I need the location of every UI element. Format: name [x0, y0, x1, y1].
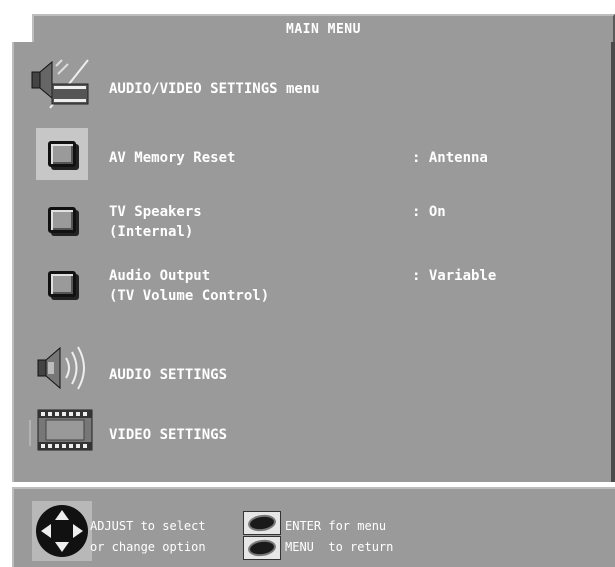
audio-output-value[interactable]: : Variable	[412, 266, 496, 286]
video-settings-link[interactable]: VIDEO SETTINGS	[109, 425, 227, 445]
av-memory-reset-button[interactable]	[36, 128, 88, 180]
menu-button-icon	[243, 536, 281, 560]
av-memory-reset-value[interactable]: : Antenna	[412, 148, 488, 168]
tv-speakers-value[interactable]: : On	[412, 202, 446, 222]
square-button-icon	[48, 271, 76, 297]
av-settings-header: AUDIO/VIDEO SETTINGS menu	[109, 81, 320, 97]
square-button-icon	[48, 207, 76, 233]
adjust-hint-line1: ADJUST to select	[90, 519, 206, 533]
av-memory-reset-label: AV Memory Reset	[109, 150, 236, 166]
speaker-film-icon	[31, 59, 89, 109]
enter-hint: ENTER for menu	[285, 519, 387, 533]
help-footer: ADJUST to select or change option ENTER …	[12, 487, 615, 567]
adjust-hint-line2: or change option	[90, 540, 206, 554]
tv-speakers-label: TV Speakers (Internal)	[109, 204, 202, 240]
settings-panel: AUDIO/VIDEO SETTINGS menu AV Memory Rese…	[12, 42, 615, 482]
audio-output-button[interactable]	[36, 258, 88, 310]
enter-button-icon	[243, 511, 281, 535]
film-strip-icon[interactable]	[28, 406, 98, 456]
main-menu-title: MAIN MENU	[32, 14, 615, 42]
audio-settings-link[interactable]: AUDIO SETTINGS	[109, 365, 227, 385]
square-button-icon	[48, 141, 76, 167]
audio-output-label: Audio Output (TV Volume Control)	[109, 268, 270, 304]
menu-hint: MENU to return	[285, 540, 394, 554]
speaker-sound-icon[interactable]	[36, 344, 98, 392]
dpad-icon	[32, 501, 92, 561]
tv-speakers-button[interactable]	[36, 194, 88, 246]
